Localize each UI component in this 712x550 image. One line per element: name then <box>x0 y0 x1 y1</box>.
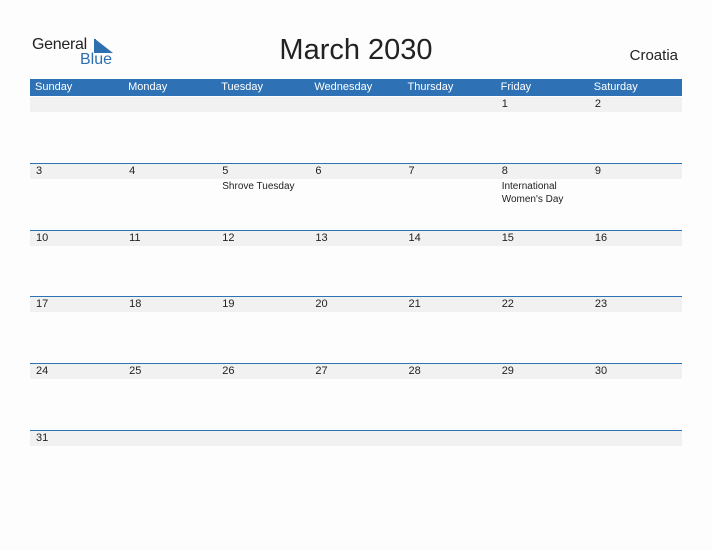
week-row: 17 18 19 20 21 22 23 <box>30 296 682 363</box>
day-cell: 13 <box>309 231 402 297</box>
day-cell: 7 <box>403 164 496 230</box>
day-cell <box>403 97 496 163</box>
day-cell: 31 <box>30 431 123 497</box>
day-cell: 30 <box>589 364 682 430</box>
day-cell: 1 <box>496 97 589 163</box>
day-cell: 18 <box>123 297 216 363</box>
weekday-friday: Friday <box>500 81 532 93</box>
weekday-thursday: Thursday <box>407 81 454 93</box>
day-cell: 2 <box>589 97 682 163</box>
day-number: 25 <box>129 365 142 377</box>
day-cell: 5 Shrove Tuesday <box>216 164 309 230</box>
day-cell <box>216 431 309 497</box>
day-cell <box>496 431 589 497</box>
day-cell: 6 <box>309 164 402 230</box>
day-number: 2 <box>594 98 601 110</box>
day-cell: 16 <box>589 231 682 297</box>
day-cell: 28 <box>403 364 496 430</box>
holiday-label: International Women's Day <box>501 181 564 205</box>
day-number: 20 <box>315 298 328 310</box>
day-cell: 20 <box>309 297 402 363</box>
day-number: 10 <box>36 232 49 244</box>
day-cell: 10 <box>30 231 123 297</box>
day-cell <box>123 431 216 497</box>
day-number: 19 <box>222 298 235 310</box>
country-label: Croatia <box>629 47 678 64</box>
day-cell <box>216 97 309 163</box>
holiday-label: Shrove Tuesday <box>222 181 295 192</box>
day-cell: 9 <box>589 164 682 230</box>
day-number: 21 <box>408 298 421 310</box>
day-number: 4 <box>129 165 136 177</box>
weekday-tuesday: Tuesday <box>221 81 264 93</box>
week-row: 24 25 26 27 28 29 30 <box>30 363 682 430</box>
day-number: 23 <box>594 298 608 310</box>
day-cell: 29 <box>496 364 589 430</box>
day-cell: 14 <box>403 231 496 297</box>
week-row: 3 4 5 Shrove Tuesday 6 7 8 International Women'… <box>30 163 682 230</box>
day-cell: 3 <box>30 164 123 230</box>
page-title: March 2030 <box>279 34 433 66</box>
day-cell: 8 International Women's Day <box>496 164 589 230</box>
day-cell <box>589 431 682 497</box>
weekday-sunday: Sunday <box>35 81 73 93</box>
day-number: 14 <box>408 232 421 244</box>
day-cell: 25 <box>123 364 216 430</box>
day-cell: 4 <box>123 164 216 230</box>
weekday-saturday: Saturday <box>593 81 638 93</box>
day-number: 30 <box>594 365 608 377</box>
day-number: 13 <box>315 232 328 244</box>
day-number: 17 <box>36 298 49 310</box>
day-number: 8 <box>501 165 508 177</box>
week-row: 12 <box>30 97 682 163</box>
day-cell: 26 <box>216 364 309 430</box>
day-number: 28 <box>408 365 421 377</box>
day-number: 26 <box>222 365 235 377</box>
day-number: 9 <box>594 165 601 177</box>
day-number: 6 <box>315 165 322 177</box>
day-cell <box>403 431 496 497</box>
day-number: 18 <box>129 298 142 310</box>
day-number: 11 <box>129 232 141 244</box>
day-cell: 24 <box>30 364 123 430</box>
day-number: 15 <box>501 232 514 244</box>
day-cell: 15 <box>496 231 589 297</box>
day-cell <box>123 97 216 163</box>
week-row: 31 <box>30 430 682 497</box>
day-cell: 23 <box>589 297 682 363</box>
day-cell: 17 <box>30 297 123 363</box>
day-number: 22 <box>501 298 514 310</box>
day-number: 31 <box>36 432 49 444</box>
day-number: 24 <box>36 365 49 377</box>
day-cell <box>30 97 123 163</box>
day-number: 1 <box>501 98 508 110</box>
weekday-wednesday: Wednesday <box>314 81 373 93</box>
day-number: 27 <box>315 365 328 377</box>
day-cell: 22 <box>496 297 589 363</box>
weekday-header: Sunday Monday Tuesday Wednesday Thursday… <box>30 79 682 96</box>
day-cell: 19 <box>216 297 309 363</box>
day-number: 12 <box>222 232 235 244</box>
day-number: 3 <box>36 165 43 177</box>
weekday-monday: Monday <box>128 81 168 93</box>
week-row: 10 11 12 13 14 15 16 <box>30 230 682 297</box>
day-number: 5 <box>222 165 229 177</box>
day-number: 29 <box>501 365 514 377</box>
day-cell: 27 <box>309 364 402 430</box>
day-cell: 11 <box>123 231 216 297</box>
day-cell <box>309 431 402 497</box>
day-number: 7 <box>408 165 415 177</box>
day-cell: 21 <box>403 297 496 363</box>
day-number: 16 <box>594 232 608 244</box>
day-cell: 12 <box>216 231 309 297</box>
day-cell <box>309 97 402 163</box>
